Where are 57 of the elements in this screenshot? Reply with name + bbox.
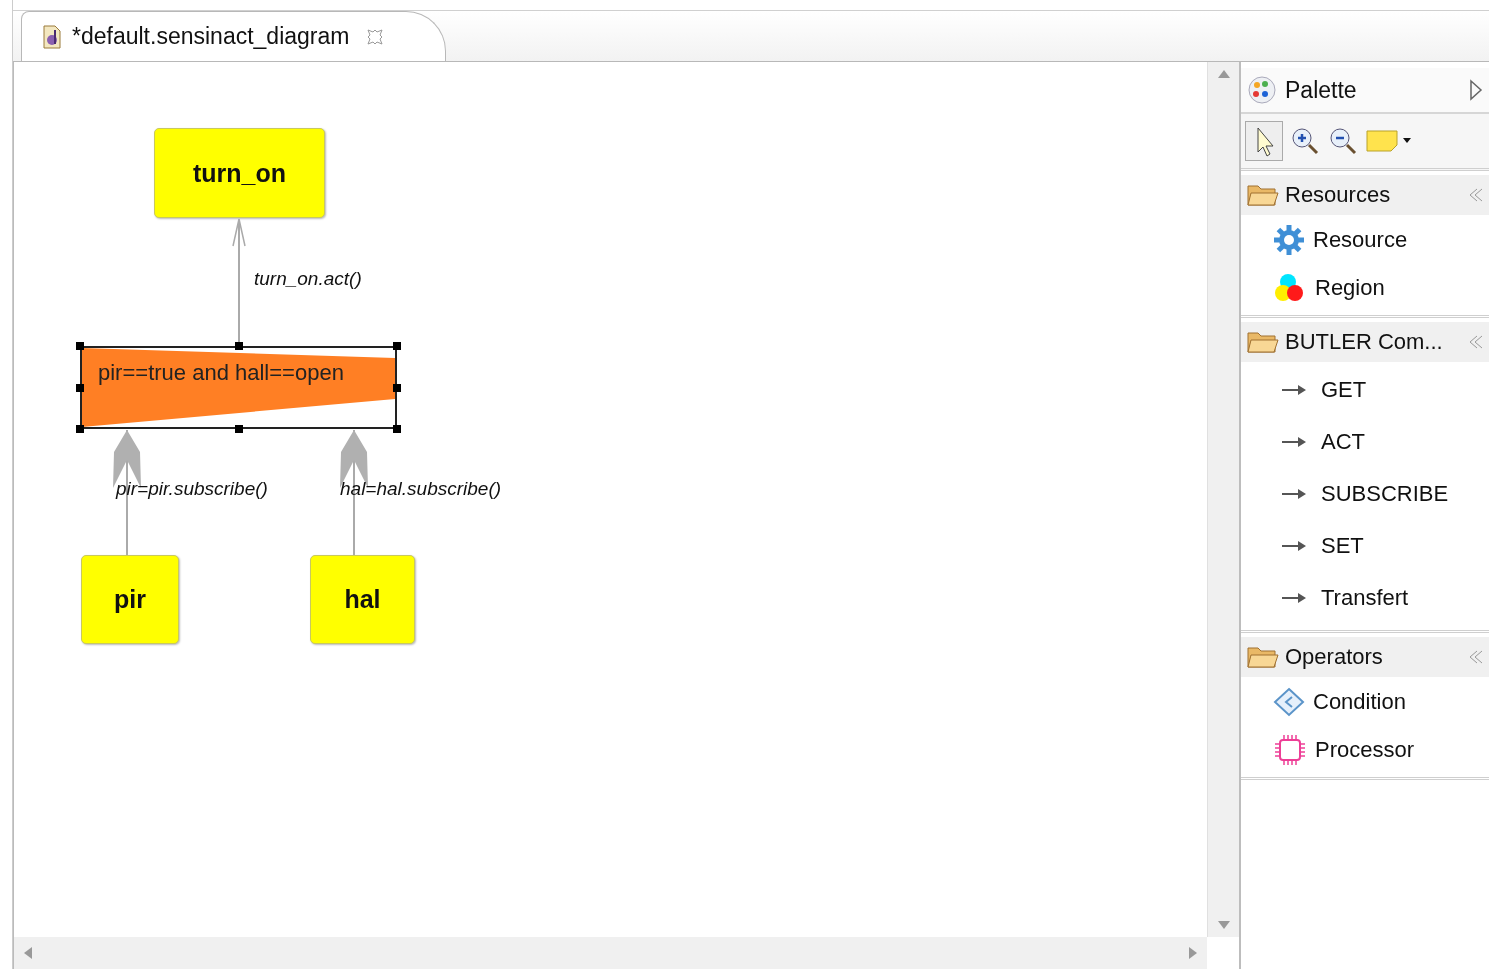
vertical-scrollbar[interactable] [1207, 62, 1239, 937]
condition-icon [1273, 687, 1305, 717]
palette-item[interactable]: Transfert [1281, 584, 1489, 612]
folder-icon [1247, 183, 1279, 207]
drawer-header[interactable]: Resources [1241, 175, 1489, 215]
palette-item[interactable]: GET [1281, 376, 1489, 404]
palette-item[interactable]: Processor [1273, 733, 1489, 767]
palette-title: Palette [1285, 76, 1358, 104]
close-icon[interactable] [365, 26, 386, 47]
zoom-in-icon[interactable] [1289, 125, 1321, 157]
scroll-down-icon[interactable] [1217, 921, 1230, 929]
resize-handle[interactable] [76, 342, 84, 350]
scroll-left-icon[interactable] [24, 947, 32, 959]
resize-handle[interactable] [393, 383, 401, 392]
arrow-icon [1281, 436, 1307, 448]
resize-handle[interactable] [393, 425, 401, 433]
resize-handle[interactable] [234, 342, 243, 350]
resize-handle[interactable] [234, 425, 243, 433]
arrow-icon [1281, 488, 1307, 500]
scroll-up-icon[interactable] [1217, 70, 1230, 78]
zoom-out-icon[interactable] [1327, 125, 1359, 157]
drawer-header[interactable]: Operators [1241, 637, 1489, 677]
collapse-icon[interactable] [1467, 649, 1483, 665]
resize-handle[interactable] [76, 383, 84, 392]
connection-label: pir=pir.subscribe() [116, 478, 268, 500]
pointer-tool-icon[interactable] [1245, 121, 1283, 161]
chip-icon [1273, 733, 1307, 767]
editor-tab[interactable]: *default.sensinact_diagram [21, 11, 447, 61]
horizontal-scrollbar[interactable] [14, 937, 1207, 969]
palette-icon [1247, 75, 1277, 105]
file-icon [42, 24, 62, 49]
palette-item[interactable]: Resource [1273, 223, 1489, 257]
folder-icon [1247, 330, 1279, 354]
palette-item[interactable]: Condition [1273, 685, 1489, 719]
resize-handle[interactable] [393, 342, 401, 350]
resize-handle[interactable] [76, 425, 84, 433]
expand-icon[interactable] [1469, 79, 1483, 101]
condition-node[interactable]: pir==true and hall==open [80, 346, 397, 429]
palette-item[interactable]: ACT [1281, 428, 1489, 456]
scroll-right-icon[interactable] [1189, 947, 1197, 959]
collapse-icon[interactable] [1467, 187, 1483, 203]
note-tool-icon[interactable] [1365, 127, 1411, 155]
connection-label: hal=hal.subscribe() [340, 478, 502, 500]
resource-node[interactable]: pir [81, 555, 179, 644]
resource-node[interactable]: hal [310, 555, 415, 644]
arrow-icon [1281, 540, 1307, 552]
arrow-icon [1281, 384, 1307, 396]
resource-node[interactable]: turn_on [154, 128, 325, 218]
palette-item[interactable]: Region [1273, 271, 1489, 305]
drawer-header[interactable]: BUTLER Com... [1241, 322, 1489, 362]
collapse-icon[interactable] [1467, 334, 1483, 350]
palette-item[interactable]: SET [1281, 532, 1489, 560]
palette-item[interactable]: SUBSCRIBE [1281, 480, 1489, 508]
arrow-icon [1281, 592, 1307, 604]
connection-label: turn_on.act() [254, 268, 362, 290]
gear-icon [1273, 224, 1305, 256]
folder-icon [1247, 645, 1279, 669]
